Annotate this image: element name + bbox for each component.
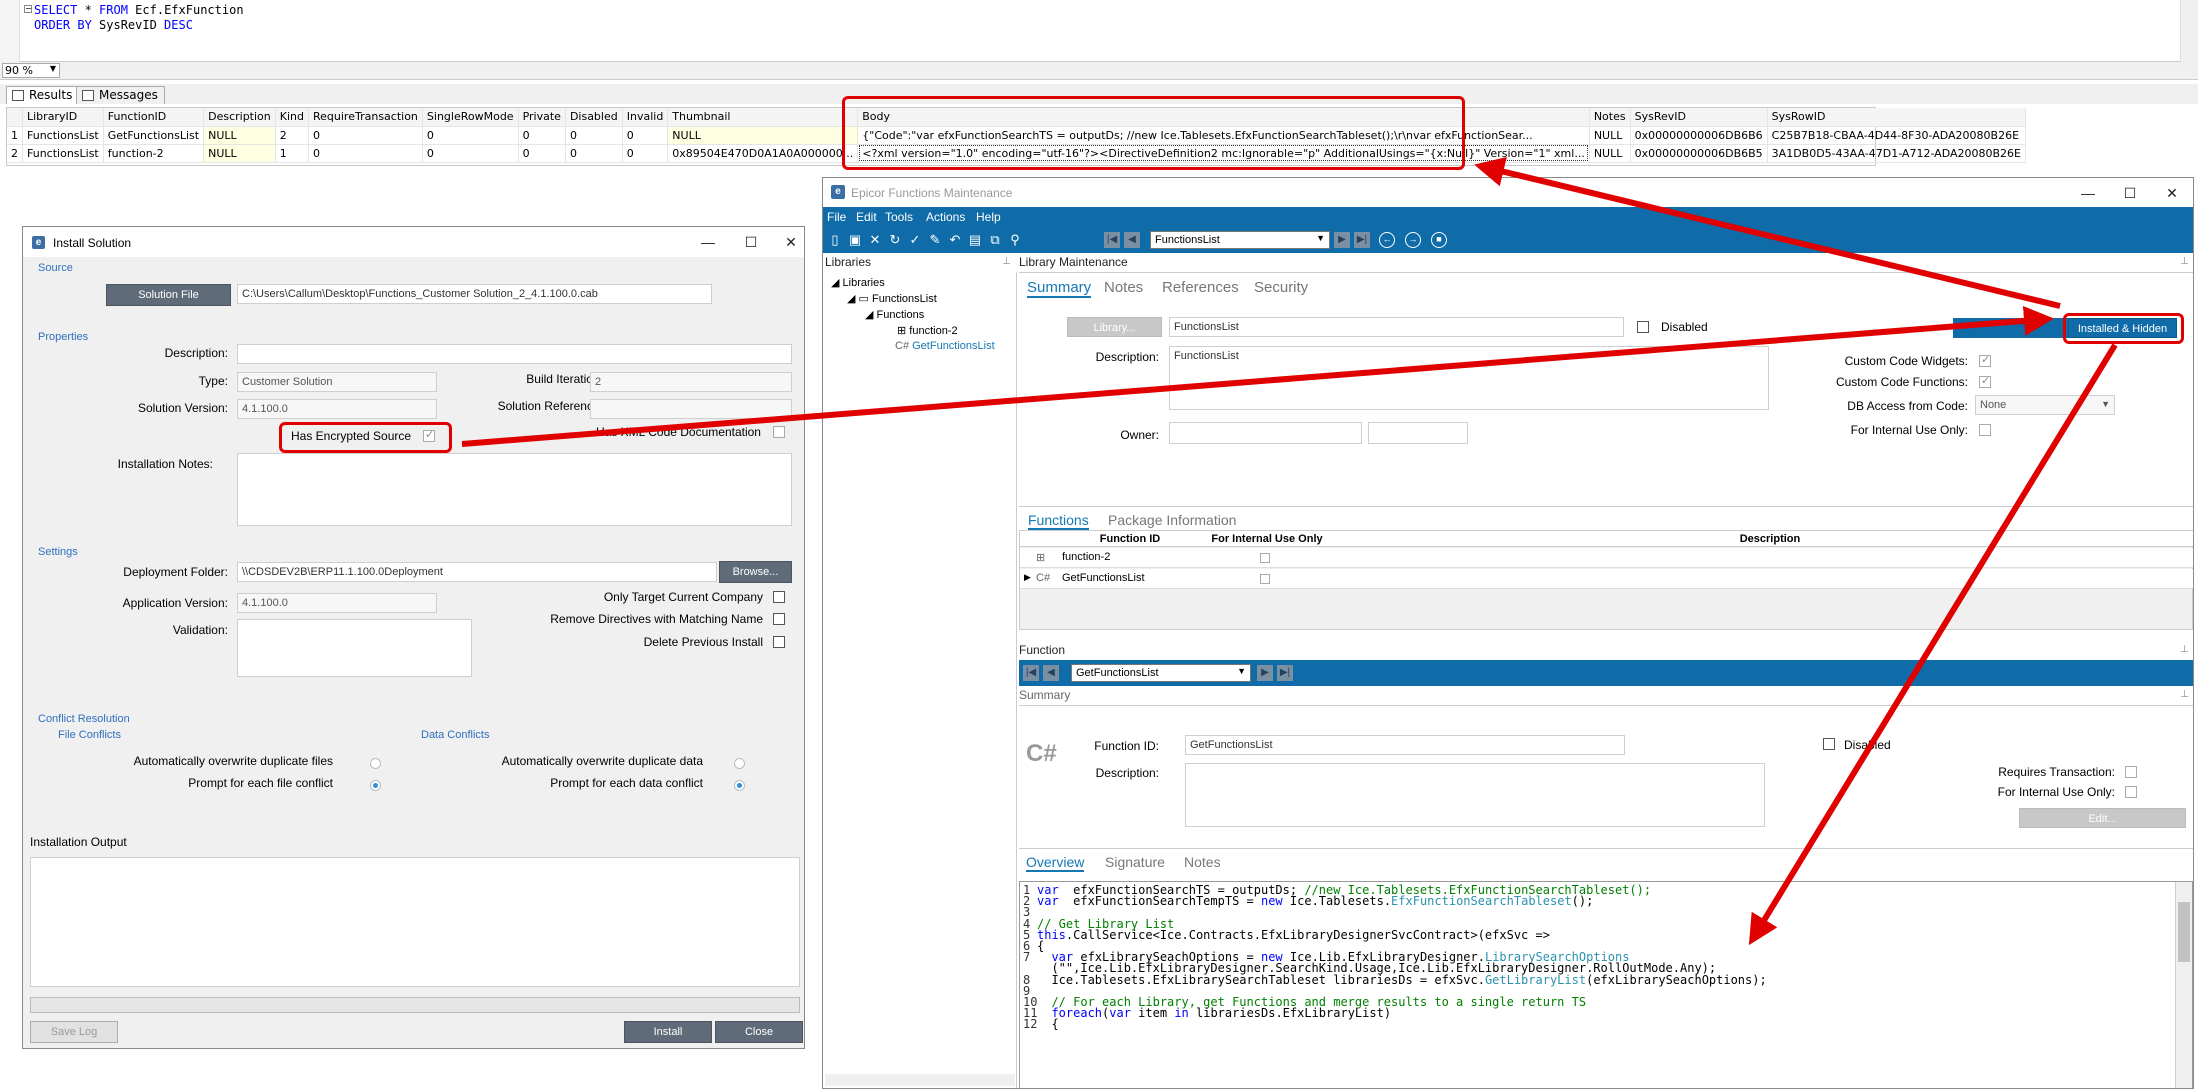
arrow-installed-to-body bbox=[1474, 157, 2061, 309]
arrow-installed-to-code bbox=[1748, 343, 2118, 946]
annotation-arrows bbox=[461, 157, 2118, 946]
arrow-encrypted-to-installed bbox=[461, 305, 2054, 447]
